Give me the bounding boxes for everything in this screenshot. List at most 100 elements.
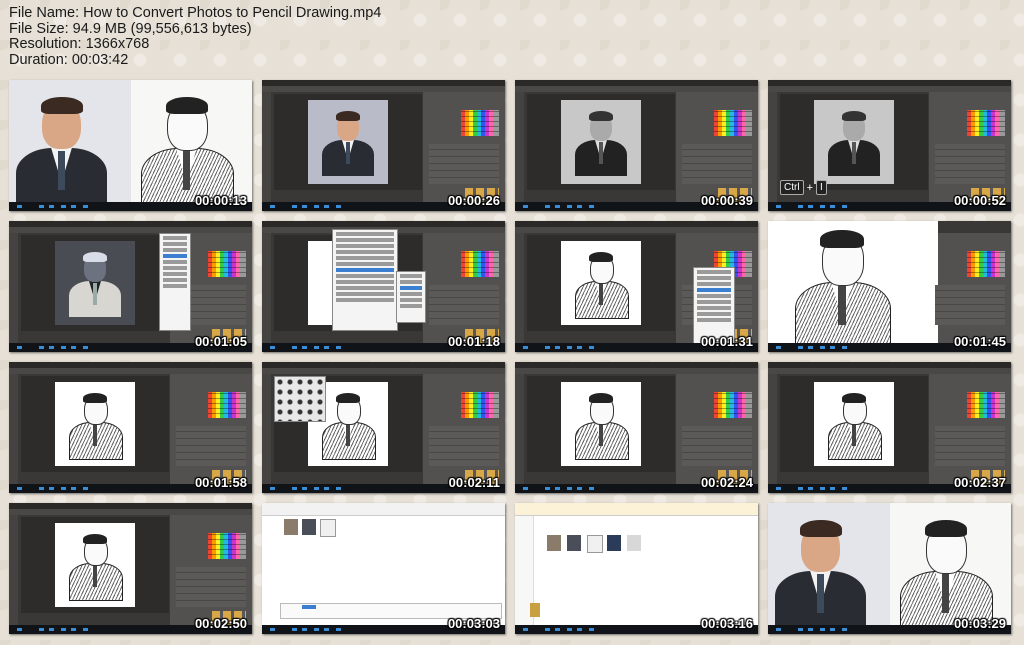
person-figure (318, 106, 378, 176)
document-canvas (814, 382, 894, 466)
timestamp: 00:01:58 (194, 475, 247, 490)
panels (423, 92, 505, 210)
swatches-panel (461, 392, 499, 418)
canvas-area (527, 94, 675, 190)
file-name: File Name: How to Convert Photos to Penc… (9, 5, 382, 21)
resolution: Resolution: 1366x768 (9, 36, 150, 52)
canvas-area (780, 94, 928, 190)
document-canvas (55, 382, 135, 466)
canvas-area (21, 517, 169, 613)
person-figure (571, 247, 631, 319)
swatches-panel (461, 251, 499, 277)
document-canvas (55, 241, 135, 325)
timestamp: 00:03:16 (700, 616, 753, 631)
panels (676, 374, 758, 492)
video-thumbnail[interactable]: 00:01:45 (768, 221, 1011, 352)
tools-panel (9, 233, 18, 343)
person-figure (318, 388, 378, 460)
canvas-area (527, 376, 675, 472)
filter-menu[interactable] (332, 229, 398, 331)
timestamp: 00:01:05 (194, 334, 247, 349)
tools-panel (768, 92, 777, 202)
person-figure (824, 106, 884, 176)
video-thumbnail[interactable]: 00:03:29 (768, 503, 1011, 634)
tools-panel (262, 92, 271, 202)
photoshop-window (262, 80, 505, 211)
document-canvas (561, 382, 641, 466)
photoshop-window (9, 221, 252, 352)
timestamp: 00:03:29 (953, 616, 1006, 631)
photoshop-window (768, 362, 1011, 493)
canvas-area (274, 94, 422, 190)
timestamp: 00:02:50 (194, 616, 247, 631)
video-thumbnail[interactable]: 00:00:26 (262, 80, 505, 211)
swatches-panel (967, 392, 1005, 418)
panels (423, 374, 505, 492)
file-explorer (515, 503, 758, 634)
photoshop-window (9, 503, 252, 634)
swatches-panel (714, 110, 752, 136)
i-key: I (816, 180, 827, 195)
swatches-panel (967, 110, 1005, 136)
timestamp: 00:02:11 (448, 475, 500, 490)
video-thumbnail[interactable]: 00:00:13 (9, 80, 252, 211)
timestamp: 00:00:52 (953, 193, 1006, 208)
swatches-panel (208, 392, 246, 418)
video-thumbnail[interactable]: 00:02:11 (262, 362, 505, 493)
canvas-area (21, 235, 169, 331)
person-figure (824, 388, 884, 460)
video-thumbnail[interactable]: 00:01:58 (9, 362, 252, 493)
video-thumbnail[interactable]: 00:02:24 (515, 362, 758, 493)
document-canvas (561, 241, 641, 325)
swatches-panel (714, 392, 752, 418)
video-thumbnail[interactable]: 00:01:18 (262, 221, 505, 352)
swatches-panel (461, 110, 499, 136)
document-canvas (308, 100, 388, 184)
person-figure (571, 388, 631, 460)
video-thumbnail[interactable]: 00:02:50 (9, 503, 252, 634)
tools-panel (262, 374, 271, 484)
timestamp: 00:01:31 (700, 334, 753, 349)
tools-panel (515, 92, 524, 202)
photoshop-window (515, 362, 758, 493)
tools-panel (515, 374, 524, 484)
submenu[interactable] (396, 271, 426, 323)
video-thumbnail[interactable]: 00:01:31 (515, 221, 758, 352)
photoshop-window (9, 362, 252, 493)
video-thumbnail[interactable]: 00:00:39 (515, 80, 758, 211)
keyboard-shortcut-hint: Ctrl + I (780, 180, 827, 195)
person-figure (788, 221, 896, 349)
video-thumbnail[interactable]: 00:03:03 (262, 503, 505, 634)
canvas-area (527, 235, 675, 331)
timestamp: 00:00:26 (447, 193, 500, 208)
panels (676, 92, 758, 210)
person-figure (65, 247, 125, 317)
timestamp: 00:02:37 (953, 475, 1006, 490)
tools-panel (768, 374, 777, 484)
person-figure (571, 106, 631, 176)
panels (170, 515, 252, 633)
pin-icon (530, 603, 540, 617)
document-canvas (561, 100, 641, 184)
person-figure (65, 388, 125, 460)
person-figure (65, 529, 125, 601)
panels (423, 233, 505, 351)
timestamp: 00:02:24 (700, 475, 753, 490)
tools-panel (9, 515, 18, 625)
tools-panel (515, 233, 524, 343)
video-thumbnail[interactable]: 00:03:16 (515, 503, 758, 634)
video-thumbnail[interactable]: 00:01:05 (9, 221, 252, 352)
tools-panel (9, 374, 18, 484)
video-thumbnail[interactable]: 00:02:37 (768, 362, 1011, 493)
file-explorer (262, 503, 505, 634)
timestamp: 00:00:13 (194, 193, 247, 208)
video-thumbnail[interactable]: 00:00:52 Ctrl + I (768, 80, 1011, 211)
person-figure (9, 88, 114, 211)
document-canvas (814, 100, 894, 184)
file-info: File Name: How to Convert Photos to Penc… (9, 5, 382, 68)
brush-picker[interactable] (274, 376, 326, 422)
photoshop-window (515, 80, 758, 211)
ctrl-key: Ctrl (780, 180, 804, 195)
duration: Duration: 00:03:42 (9, 51, 129, 68)
timestamp: 00:01:45 (953, 334, 1006, 349)
